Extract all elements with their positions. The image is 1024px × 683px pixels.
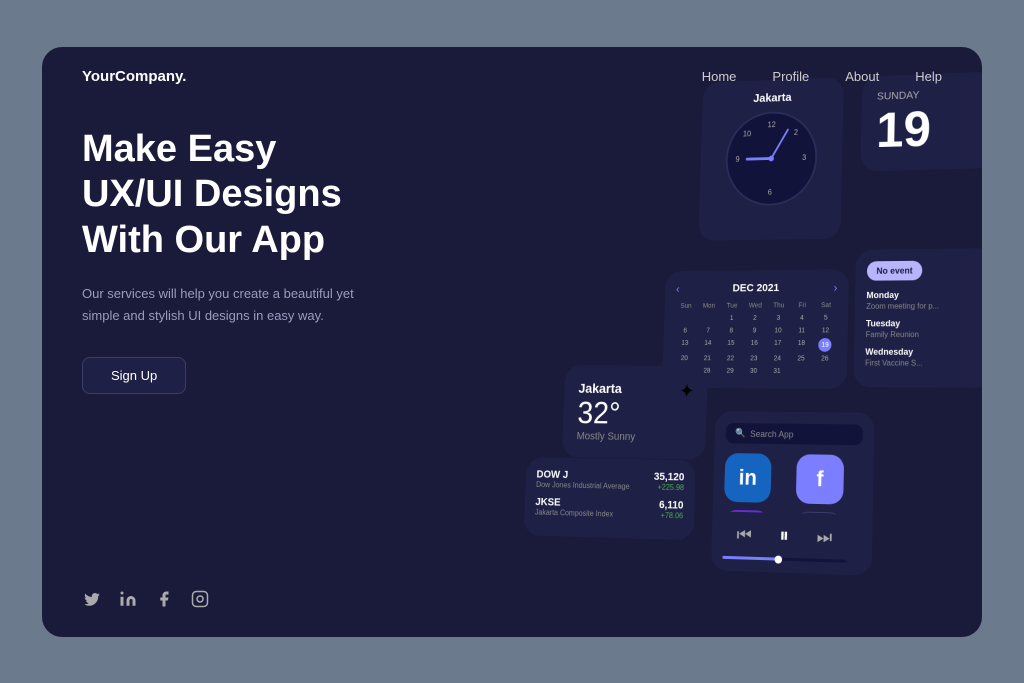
stock-jkse-fullname: Jakarta Composite Index xyxy=(535,507,614,518)
app-search-bar[interactable]: 🔍 Search App xyxy=(726,422,863,444)
music-next-button[interactable]: ⏭ xyxy=(816,526,832,547)
schedule-tuesday: Tuesday Family Reunion xyxy=(866,318,982,339)
facebook-app-icon[interactable]: f xyxy=(796,454,844,504)
no-event-button[interactable]: No event xyxy=(867,260,923,280)
stock-dowj-change: +225.98 xyxy=(653,482,684,491)
apps-search-placeholder: Search App xyxy=(750,428,794,438)
linkedin-icon[interactable] xyxy=(118,589,138,609)
clock-num-12: 12 xyxy=(767,119,775,128)
clock-minute-hand xyxy=(770,128,789,159)
stock-dowj-fullname: Dow Jones Industrial Average xyxy=(536,480,630,491)
music-widget: ⏮ ⏸ ⏭ xyxy=(711,511,858,575)
schedule-event-tuesday: Family Reunion xyxy=(866,330,982,339)
nav-profile[interactable]: Profile xyxy=(772,69,809,84)
nav-about[interactable]: About xyxy=(845,69,879,84)
stock-dowj-row: DOW J Dow Jones Industrial Average 35,12… xyxy=(536,468,685,491)
music-progress-bar[interactable] xyxy=(722,555,846,562)
schedule-event-monday: Zoom meeting for p... xyxy=(866,301,982,310)
weather-city: Jakarta xyxy=(578,380,693,396)
hero-subtitle: Our services will help you create a beau… xyxy=(82,283,382,327)
stock-jkse-change: +78.06 xyxy=(659,510,684,519)
cal-days-header: Sun Mon Tue Wed Thu Fri Sat xyxy=(675,302,837,310)
clock-num-3: 3 xyxy=(802,153,806,162)
weather-widget: Jakarta 32° Mostly Sunny ✦ xyxy=(562,365,708,459)
twitter-icon[interactable] xyxy=(82,589,102,609)
weather-sun-icon: ✦ xyxy=(679,379,695,403)
hero-title: Make Easy UX/UI Designs With Our App xyxy=(82,127,442,264)
clock-hour-hand xyxy=(745,157,771,160)
weather-temperature: 32° xyxy=(577,395,693,432)
stock-dowj-price: 35,120 xyxy=(654,471,685,483)
search-icon: 🔍 xyxy=(735,427,746,438)
clock-num-9: 9 xyxy=(736,155,740,164)
brand-logo: YourCompany. xyxy=(82,68,186,85)
cal-month-title: DEC 2021 xyxy=(732,282,779,294)
clock-num-10: 10 xyxy=(743,129,751,138)
stock-jkse: JKSE Jakarta Composite Index 6,110 +78.0… xyxy=(535,496,684,520)
social-icons-bar xyxy=(82,589,210,609)
instagram-icon[interactable] xyxy=(190,589,210,609)
linkedin-app-icon[interactable]: in xyxy=(724,452,772,502)
hero-content: Make Easy UX/UI Designs With Our App Our… xyxy=(82,127,442,395)
clock-center-dot xyxy=(768,155,774,161)
schedule-day-monday: Monday xyxy=(866,289,982,300)
cal-prev-arrow[interactable]: ‹ xyxy=(676,282,680,295)
music-prev-button[interactable]: ⏮ xyxy=(736,524,752,545)
stock-jkse-row: JKSE Jakarta Composite Index 6,110 +78.0… xyxy=(535,496,684,520)
schedule-day-wednesday: Wednesday xyxy=(865,346,982,356)
music-progress-thumb[interactable] xyxy=(775,555,783,563)
schedule-wednesday: Wednesday First Vaccine S... xyxy=(865,346,982,367)
schedule-day-tuesday: Tuesday xyxy=(866,318,982,328)
clock-num-6: 6 xyxy=(768,188,772,197)
schedule-event-wednesday: First Vaccine S... xyxy=(865,358,982,367)
weather-description: Mostly Sunny xyxy=(576,430,691,443)
schedule-monday: Monday Zoom meeting for p... xyxy=(866,289,982,310)
music-play-button[interactable]: ⏸ xyxy=(779,524,789,547)
clock-face: 12 3 6 9 2 10 xyxy=(724,110,818,206)
nav-home[interactable]: Home xyxy=(702,69,737,84)
signup-button[interactable]: Sign Up xyxy=(82,357,186,394)
main-card: YourCompany. Home Profile About Help Mak… xyxy=(42,47,982,637)
stock-widget: DOW J Dow Jones Industrial Average 35,12… xyxy=(524,457,696,540)
stock-dowj: DOW J Dow Jones Industrial Average 35,12… xyxy=(536,468,685,491)
stock-jkse-price: 6,110 xyxy=(659,499,684,511)
music-controls: ⏮ ⏸ ⏭ xyxy=(723,523,847,549)
nav-help[interactable]: Help xyxy=(915,69,942,84)
calendar-header: ‹ DEC 2021 › xyxy=(676,280,838,295)
nav-links: Home Profile About Help xyxy=(702,68,942,86)
music-progress-fill xyxy=(722,555,777,560)
cal-next-arrow[interactable]: › xyxy=(833,280,837,294)
schedule-card: No event Monday Zoom meeting for p... Tu… xyxy=(853,248,982,388)
date-number: 19 xyxy=(876,102,980,155)
facebook-icon[interactable] xyxy=(154,589,174,609)
widgets-area: Jakarta 12 3 6 9 2 10 SUNDAY 19 ‹ D xyxy=(468,53,982,636)
clock-num-2: 2 xyxy=(794,128,798,137)
navbar: YourCompany. Home Profile About Help xyxy=(42,47,982,107)
